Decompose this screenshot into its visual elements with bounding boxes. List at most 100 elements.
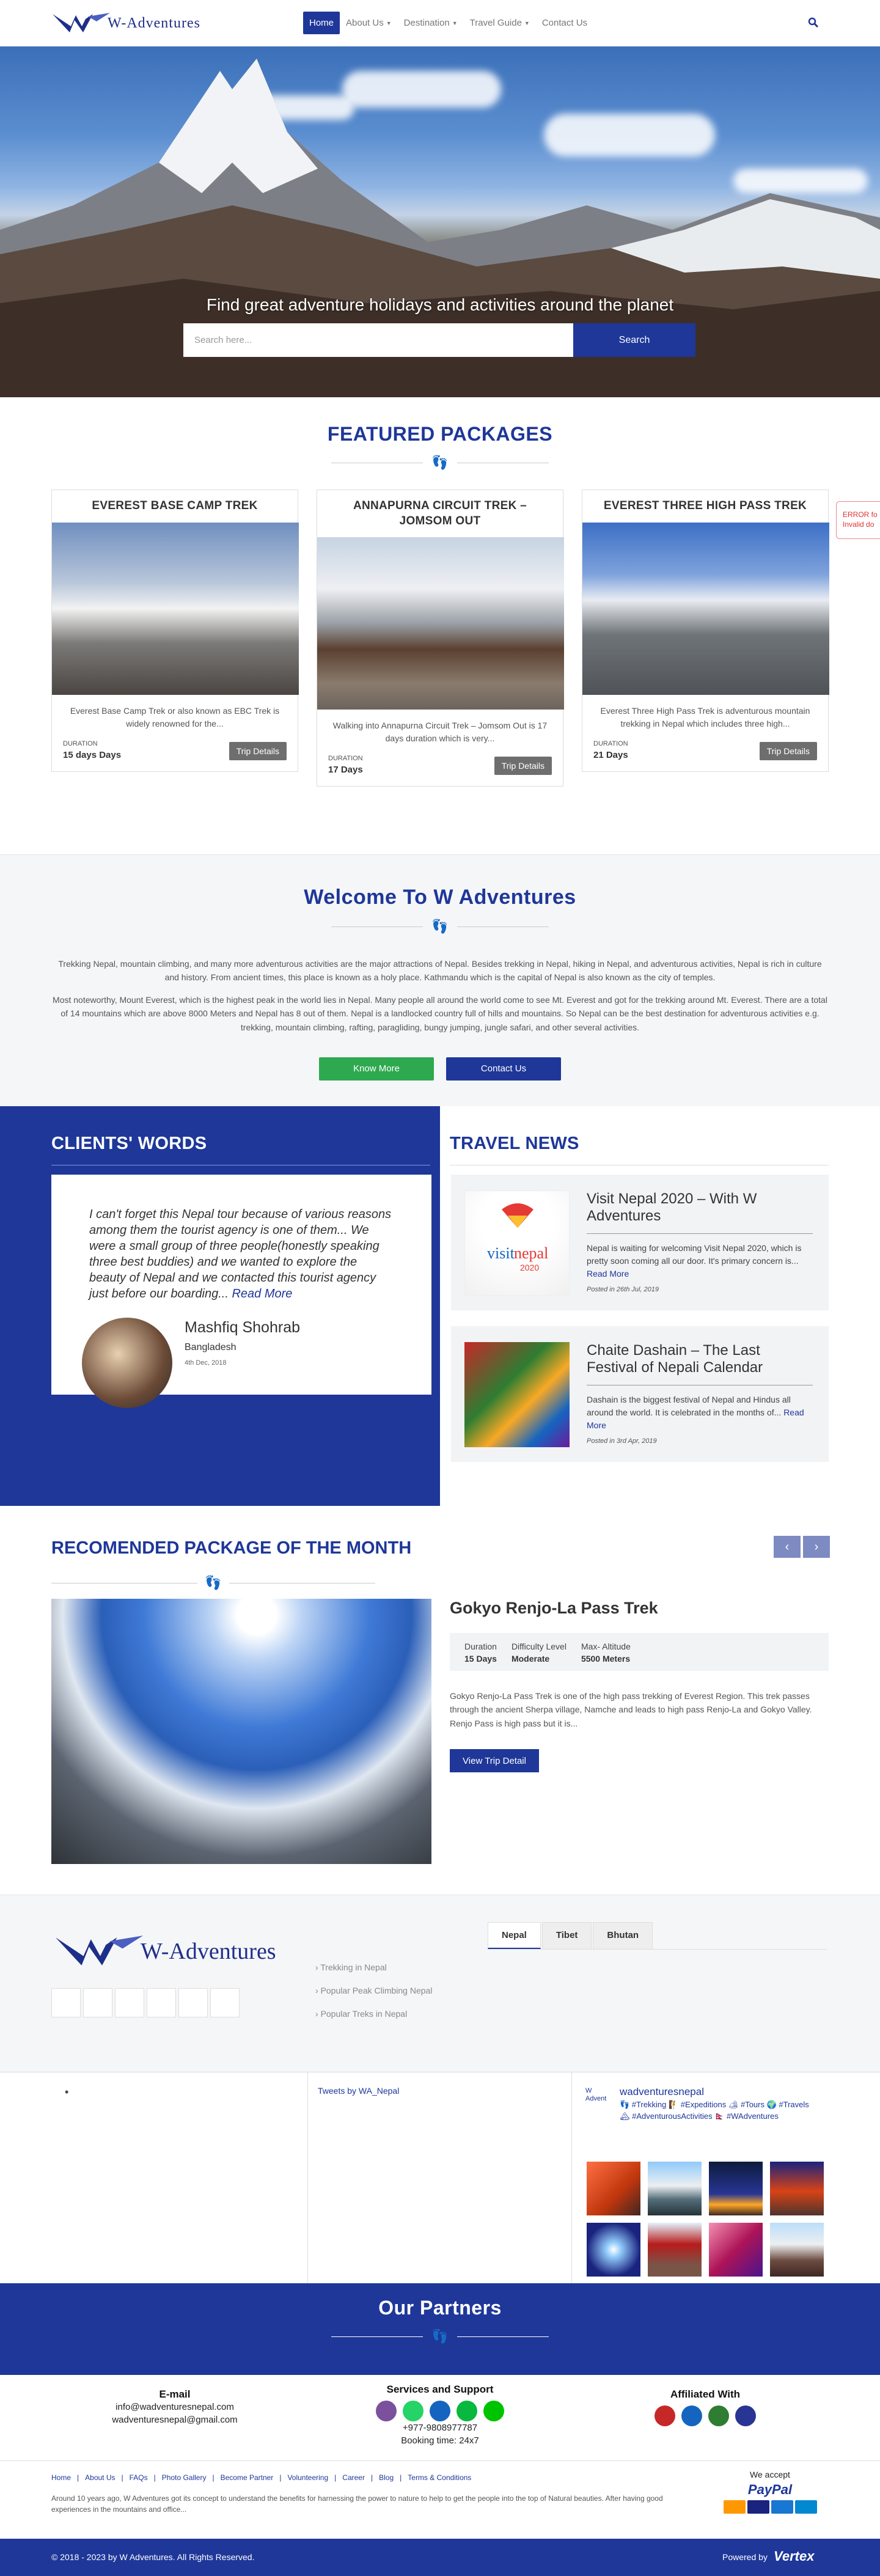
next-arrow-icon[interactable]: › (803, 1536, 830, 1558)
instagram-bio: 👣 #Trekking 🧗 #Expeditions 🏕 #Tours 🌍 #T… (620, 2100, 809, 2121)
footer-link[interactable]: Photo Gallery (156, 2473, 213, 2482)
destination-link[interactable]: › Popular Peak Climbing Nepal (315, 1986, 432, 1995)
youtube-icon[interactable] (147, 1988, 176, 2017)
know-more-button[interactable]: Know More (319, 1057, 434, 1081)
read-more-link[interactable]: Read More (232, 1287, 292, 1301)
footer-link[interactable]: About Us (79, 2473, 121, 2482)
card-icon (794, 2500, 817, 2514)
news-heading[interactable]: Chaite Dashain – The Last Festival of Ne… (587, 1342, 813, 1376)
clients-title: CLIENTS' WORDS (51, 1134, 207, 1153)
instagram-photo[interactable] (587, 2162, 640, 2215)
nav-label: Home (309, 18, 334, 28)
nav-contact-us[interactable]: Contact Us (536, 12, 593, 34)
wechat-icon[interactable] (457, 2401, 477, 2421)
instagram-grid (587, 2162, 824, 2277)
contact-us-button[interactable]: Contact Us (446, 1057, 561, 1081)
recommended-desc: Gokyo Renjo-La Pass Trek is one of the h… (450, 1691, 812, 1728)
destination-links: › Trekking in Nepal › Popular Peak Climb… (315, 1962, 432, 2032)
tab-bhutan[interactable]: Bhutan (593, 1922, 653, 1949)
nav-label: Destination (403, 18, 450, 28)
section-divider: 👣 (0, 918, 880, 935)
package-image (582, 522, 829, 695)
viber-icon[interactable] (376, 2401, 397, 2421)
mastercard-icon (723, 2500, 746, 2514)
welcome-title: Welcome To W Adventures (304, 886, 576, 909)
instagram-photo[interactable] (770, 2223, 824, 2277)
hero-search-button[interactable]: Search (573, 323, 695, 357)
footer-logo[interactable]: W-Adventures (51, 1932, 276, 1971)
duration-label: DURATION (593, 739, 628, 747)
footer-link[interactable]: Career (336, 2473, 371, 2482)
nav-destination[interactable]: Destination ▼ (398, 12, 464, 34)
package-card[interactable]: EVEREST THREE HIGH PASS TREK Everest Thr… (582, 490, 829, 772)
tweets-link[interactable]: Tweets by WA_Nepal (318, 2086, 399, 2096)
instagram-icon[interactable] (115, 1988, 144, 2017)
site-logo[interactable]: W-Adventures (51, 9, 200, 38)
instagram-photo[interactable] (770, 2162, 824, 2215)
instagram-photo[interactable] (587, 2223, 640, 2277)
email-link[interactable]: info@wadventuresnepal.com (83, 2401, 266, 2413)
welcome-section: Welcome To W Adventures 👣 Trekking Nepal… (0, 854, 880, 1106)
link-label: Trekking in Nepal (320, 1962, 387, 1972)
destination-link[interactable]: › Trekking in Nepal (315, 1962, 432, 1972)
list-bullet: • (65, 2086, 69, 2098)
line-icon[interactable] (483, 2401, 504, 2421)
nav-home[interactable]: Home (303, 12, 340, 34)
instagram-photo[interactable] (709, 2162, 763, 2215)
news-heading[interactable]: Visit Nepal 2020 – With W Adventures (587, 1191, 813, 1224)
payment-methods: We accept PayPal (721, 2470, 819, 2514)
news-date: Posted in 3rd Apr, 2019 (587, 1437, 657, 1445)
instagram-photo[interactable] (709, 2223, 763, 2277)
destination-link[interactable]: › Popular Treks in Nepal (315, 2009, 432, 2019)
trip-details-button[interactable]: Trip Details (229, 741, 287, 760)
email-title: E-mail (159, 2388, 191, 2400)
news-date: Posted in 26th Jul, 2019 (587, 1286, 659, 1293)
trip-details-button[interactable]: Trip Details (759, 741, 817, 760)
tab-tibet[interactable]: Tibet (541, 1922, 592, 1949)
footer-link[interactable]: Volunteering (281, 2473, 334, 2482)
footer-link[interactable]: Become Partner (215, 2473, 280, 2482)
news-item[interactable]: visit nepal 2020 Visit Nepal 2020 – With W… (451, 1175, 829, 1310)
instagram-photo[interactable] (648, 2162, 702, 2215)
contact-section: E-mail info@wadventuresnepal.com wadvent… (0, 2375, 880, 2460)
instagram-username[interactable]: wadventuresnepal (620, 2086, 704, 2098)
duration-label: DURATION (328, 755, 363, 763)
trip-details-button[interactable]: Trip Details (494, 757, 552, 776)
footer-link[interactable]: Home (51, 2473, 77, 2482)
facebook-icon[interactable] (51, 1988, 81, 2017)
view-trip-detail-button[interactable]: View Trip Detail (450, 1749, 539, 1772)
imo-icon[interactable] (430, 2401, 450, 2421)
footer-link[interactable]: FAQs (123, 2473, 154, 2482)
package-card[interactable]: EVEREST BASE CAMP TREK Everest Base Camp… (51, 490, 299, 772)
nav-travel-guide[interactable]: Travel Guide ▼ (464, 12, 536, 34)
instagram-avatar[interactable]: W Advent (585, 2087, 614, 2114)
search-icon[interactable] (805, 15, 821, 31)
package-card[interactable]: ANNAPURNA CIRCUIT TREK – JOMSOM OUT Walk… (317, 490, 564, 787)
recommended-title: RECOMENDED PACKAGE OF THE MONTH (51, 1538, 412, 1558)
news-item[interactable]: Chaite Dashain – The Last Festival of Ne… (451, 1326, 829, 1462)
whatsapp-icon[interactable] (403, 2401, 424, 2421)
country-tabs: Nepal Tibet Bhutan (488, 1922, 827, 1950)
pinterest-icon[interactable] (210, 1988, 240, 2017)
footer-link[interactable]: Terms & Conditions (402, 2473, 477, 2482)
read-more-link[interactable]: Read More (587, 1269, 629, 1279)
phone-number[interactable]: +977-9808977787 (348, 2421, 532, 2434)
tab-nepal[interactable]: Nepal (488, 1922, 541, 1949)
logo-text: W-Adventures (108, 15, 200, 31)
linkedin-icon[interactable] (178, 1988, 208, 2017)
instagram-photo[interactable] (648, 2223, 702, 2277)
vertex-logo[interactable]: Vertex (774, 2548, 814, 2564)
footer-link[interactable]: Blog (373, 2473, 400, 2482)
testimonial-name: Mashfiq Shohrab (185, 1319, 301, 1336)
nav-about-us[interactable]: About Us ▼ (340, 12, 398, 34)
twitter-icon[interactable] (83, 1988, 112, 2017)
caret-down-icon: ▼ (452, 20, 458, 26)
email-column: E-mail info@wadventuresnepal.com wadvent… (83, 2388, 266, 2426)
clients-news-section: CLIENTS' WORDS I can't forget this Nepal… (0, 1106, 880, 1506)
ntb-logo-icon (681, 2405, 702, 2426)
powered-by-label: Powered by (722, 2552, 768, 2562)
prev-arrow-icon[interactable]: ‹ (774, 1536, 801, 1558)
hero-search-input[interactable]: Search here... (183, 323, 573, 357)
email-link[interactable]: wadventuresnepal@gmail.com (83, 2413, 266, 2426)
recommended-name[interactable]: Gokyo Renjo-La Pass Trek (450, 1599, 658, 1618)
